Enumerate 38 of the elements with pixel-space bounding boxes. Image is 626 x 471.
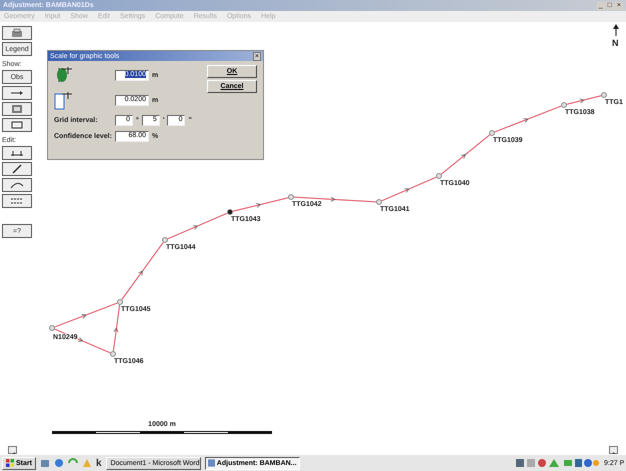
windows-logo-icon: [6, 459, 14, 467]
quick-launch-icon[interactable]: [40, 458, 50, 468]
curve-icon: [10, 180, 24, 190]
station-marker[interactable]: [110, 351, 116, 357]
dashed-line-icon: [10, 196, 24, 206]
ruler-icon: [10, 148, 24, 158]
station-marker[interactable]: [436, 173, 442, 179]
frame-icon: [10, 120, 24, 130]
station-marker[interactable]: [162, 237, 168, 243]
tool-button[interactable]: [2, 146, 32, 160]
station-marker[interactable]: [227, 209, 233, 215]
printer-icon: [10, 28, 24, 38]
tool-button[interactable]: [2, 86, 32, 100]
window-icon: [208, 459, 215, 467]
tool-button[interactable]: [2, 162, 32, 176]
tool-button[interactable]: [2, 178, 32, 192]
tool-button[interactable]: [2, 118, 32, 132]
station-marker[interactable]: [489, 130, 495, 136]
table-icon: [10, 104, 24, 114]
tool-button[interactable]: [2, 194, 32, 208]
north-arrow-icon: [613, 24, 619, 36]
station-marker[interactable]: [561, 102, 567, 108]
scroll-left-button[interactable]: [8, 446, 17, 454]
pen-icon: [10, 164, 24, 174]
quick-launch-icon[interactable]: [54, 458, 64, 468]
station-marker[interactable]: [288, 194, 294, 200]
arrow-icon: [10, 88, 24, 98]
north-label: N: [612, 38, 618, 48]
rectangle-scale-icon: [54, 90, 74, 110]
station-marker[interactable]: [49, 325, 55, 331]
tool-button[interactable]: [2, 26, 32, 40]
scroll-right-button[interactable]: [609, 446, 618, 454]
tool-button[interactable]: [2, 102, 32, 116]
station-marker[interactable]: [117, 299, 123, 305]
station-marker[interactable]: [376, 199, 382, 205]
quick-launch-text[interactable]: k: [96, 458, 102, 468]
ellipse-scale-icon: [54, 65, 74, 85]
station-marker[interactable]: [601, 92, 607, 98]
